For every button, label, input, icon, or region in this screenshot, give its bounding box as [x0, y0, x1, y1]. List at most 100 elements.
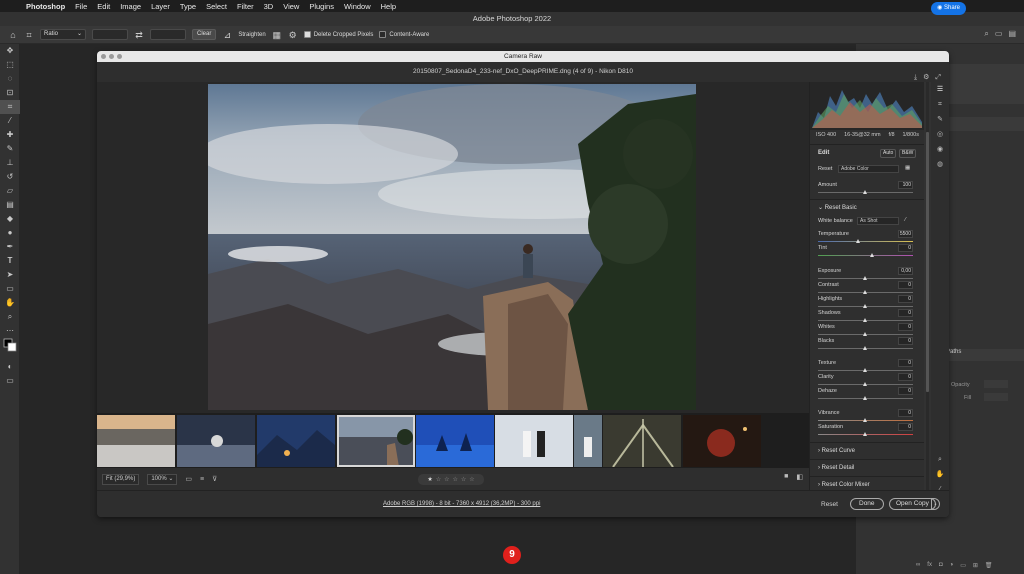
workspace-icon[interactable]: ▭ [995, 29, 1003, 39]
shape-tool-icon[interactable]: ▭ [0, 282, 20, 296]
hand-icon[interactable]: ✋ [931, 467, 949, 482]
blur-tool-icon[interactable]: ◆ [0, 212, 20, 226]
more-tools-icon[interactable]: ⋯ [0, 324, 20, 338]
wb-eyedropper-icon[interactable]: ⁄ [905, 217, 915, 223]
edit-panel-scrollbar[interactable] [926, 82, 929, 490]
marquee-tool-icon[interactable]: ⬚ [0, 58, 20, 72]
shadows-slider[interactable] [818, 318, 913, 322]
profile-select[interactable]: Adobe Color [838, 165, 899, 173]
clear-button[interactable]: Clear [192, 29, 217, 40]
curve-section-header[interactable]: › Reset Curve [818, 448, 855, 454]
gradient-tool-icon[interactable]: ▤ [0, 198, 20, 212]
fill-field[interactable] [984, 393, 1008, 401]
color-mixer-section-header[interactable]: › Reset Color Mixer [818, 482, 870, 488]
pen-tool-icon[interactable]: ✒ [0, 240, 20, 254]
slider-value[interactable]: 0 [898, 423, 913, 431]
menu-select[interactable]: Select [206, 2, 227, 11]
menu-edit[interactable]: Edit [97, 2, 110, 11]
slider-value[interactable]: 0 [898, 387, 913, 395]
exposure-slider[interactable] [818, 276, 913, 280]
grid-overlay-icon[interactable]: ▦ [272, 30, 282, 40]
slider-knob[interactable] [856, 239, 860, 243]
star-rating[interactable]: ★ ☆ ☆ ☆ ☆ ☆ [418, 474, 484, 485]
reset-button[interactable]: Reset [821, 501, 838, 508]
vibrance-slider[interactable] [818, 418, 913, 422]
slider-value[interactable]: 0,00 [898, 267, 913, 275]
slider-knob[interactable] [863, 190, 867, 194]
quick-mask-icon[interactable]: ◐ [0, 360, 20, 374]
slider-knob[interactable] [863, 276, 867, 280]
slider-value[interactable]: 0 [898, 244, 913, 252]
slider-value[interactable]: 0 [898, 295, 913, 303]
slider-knob[interactable] [863, 382, 867, 386]
contrast-slider[interactable] [818, 290, 913, 294]
slider-knob[interactable] [863, 304, 867, 308]
arrange-icon[interactable]: ▤ [1008, 29, 1016, 39]
straighten-label[interactable]: Straighten [238, 32, 265, 38]
thumbnail-7[interactable] [574, 415, 602, 467]
scrollbar-thumb[interactable] [926, 132, 929, 392]
filter-icon[interactable]: ⊽ [212, 475, 217, 483]
slider-value[interactable]: 0 [898, 373, 913, 381]
search-icon[interactable]: ⌕ [984, 29, 988, 39]
screen-mode-icon[interactable]: ▭ [0, 374, 20, 388]
profile-browser-icon[interactable]: ▦ [905, 165, 915, 171]
type-tool-icon[interactable]: T [0, 254, 20, 268]
gear-icon[interactable]: ⚙ [288, 30, 298, 40]
amount-value[interactable]: 100 [898, 181, 913, 189]
slider-value[interactable]: 0 [898, 359, 913, 367]
done-button[interactable]: Done [850, 498, 884, 510]
zoom-tool-icon[interactable]: ⌕ [0, 310, 20, 324]
healing-tool-icon[interactable]: ✚ [0, 128, 20, 142]
menu-3d[interactable]: 3D [264, 2, 274, 11]
fx-icon[interactable]: fx [927, 562, 932, 569]
healing-icon[interactable]: ✎ [931, 112, 949, 127]
height-field[interactable] [150, 29, 186, 40]
color-swatches-icon[interactable] [0, 338, 20, 360]
slider-value[interactable]: 0 [898, 409, 913, 417]
slider-knob[interactable] [863, 432, 867, 436]
minimize-window-button[interactable] [109, 54, 114, 59]
thumbnail-6[interactable] [495, 415, 573, 467]
star-icon-2[interactable]: ☆ [436, 476, 441, 483]
texture-slider[interactable] [818, 368, 913, 372]
lasso-tool-icon[interactable]: ◌ [0, 72, 20, 86]
move-tool-icon[interactable]: ✥ [0, 44, 20, 58]
workflow-options-link[interactable]: Adobe RGB (1998) - 8 bit - 7360 x 4912 (… [383, 501, 540, 507]
menu-layer[interactable]: Layer [151, 2, 170, 11]
fg-bg-color-icon[interactable] [3, 338, 17, 352]
dehaze-slider[interactable] [818, 396, 913, 400]
slider-value[interactable]: 0 [898, 323, 913, 331]
amount-slider[interactable] [818, 190, 913, 194]
menu-image[interactable]: Image [120, 2, 141, 11]
dodge-tool-icon[interactable]: ● [0, 226, 20, 240]
maximize-window-button[interactable] [117, 54, 122, 59]
menu-photoshop[interactable]: Photoshop [26, 2, 65, 11]
brush-tool-icon[interactable]: ✎ [0, 142, 20, 156]
filmstrip-icon[interactable]: ▭ [185, 475, 192, 483]
slider-knob[interactable] [863, 332, 867, 336]
open-options-chevron-icon[interactable]: ⌄ [931, 498, 940, 510]
crop-tool-icon[interactable]: ⌗ [0, 100, 20, 114]
slider-knob[interactable] [863, 418, 867, 422]
thumbnail-2[interactable] [177, 415, 255, 467]
eyedropper-tool-icon[interactable]: ⁄ [0, 114, 20, 128]
apple-icon[interactable] [8, 2, 16, 10]
profile-reset-label[interactable]: Reset [818, 166, 832, 172]
trash-icon[interactable]: 🗑 [985, 562, 993, 569]
white-balance-select[interactable]: As Shot [857, 217, 899, 225]
thumbnail-8[interactable] [603, 415, 681, 467]
object-select-tool-icon[interactable]: ⊡ [0, 86, 20, 100]
slider-knob[interactable] [870, 253, 874, 257]
thumbnail-4-selected[interactable] [337, 415, 415, 467]
blacks-slider[interactable] [818, 346, 913, 350]
tint-slider[interactable] [818, 253, 913, 257]
adjustment-icon[interactable]: ◑ [950, 562, 954, 569]
delete-cropped-checkbox[interactable]: Delete Cropped Pixels [303, 30, 373, 38]
thumbnail-5[interactable] [416, 415, 494, 467]
slider-knob[interactable] [863, 396, 867, 400]
masking-icon[interactable]: ◎ [931, 127, 949, 142]
slider-knob[interactable] [863, 290, 867, 294]
home-icon[interactable]: ⌂ [8, 30, 18, 40]
thumbnail-9[interactable] [683, 415, 761, 467]
